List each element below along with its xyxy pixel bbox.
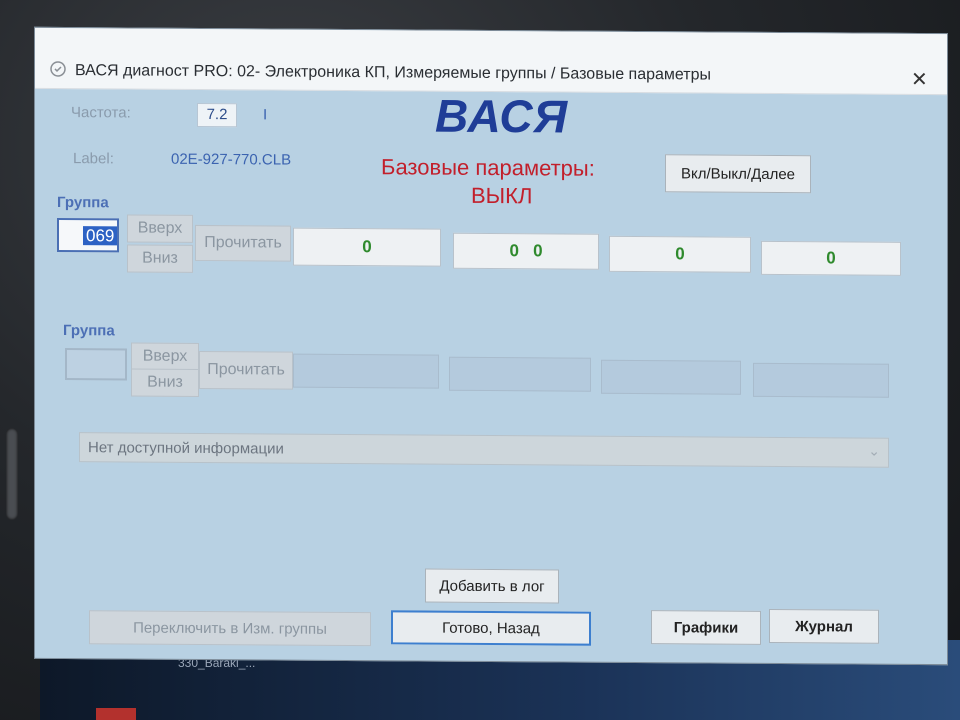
group2-field-3 [601,359,741,395]
group1-down-button[interactable]: Вниз [127,244,193,273]
graphs-button[interactable]: Графики [651,610,761,645]
titlebar: ВАСЯ диагност PRO: 02- Электроника КП, И… [35,27,947,96]
frequency-value: 7.2 [197,102,237,128]
group1-value: 069 [83,226,118,246]
info-dropdown[interactable]: Нет доступной информации ⌄ [79,432,889,468]
group1-field-1: 0 [293,227,441,267]
group2-field-4 [753,362,889,398]
group2-field-1 [293,353,439,389]
chevron-down-icon: ⌄ [868,442,880,459]
group2-read-button[interactable]: Прочитать [199,350,293,390]
group1-field-4: 0 [761,240,901,276]
bezel-notch [6,428,18,520]
close-icon[interactable]: ✕ [911,69,928,91]
app-icon [50,61,66,77]
frequency-unit: I [263,106,268,124]
brand-logo: ВАСЯ [435,89,569,143]
taskbar-icon[interactable] [96,708,136,720]
group2-up-button[interactable]: Вверх [131,342,199,371]
group1-field-2: 0 0 [453,232,599,270]
info-text: Нет доступной информации [88,439,284,458]
label-value: 02E-927-770.CLB [171,150,292,169]
group1-input[interactable]: 069 [57,217,119,253]
journal-button[interactable]: Журнал [769,608,879,644]
app-window: ВАСЯ диагност PRO: 02- Электроника КП, И… [34,26,948,666]
toggle-basic-params-button[interactable]: Вкл/Выкл/Далее [665,154,811,194]
group1-field-3: 0 [609,235,751,273]
done-back-button[interactable]: Готово, Назад [391,610,591,646]
group1-up-button[interactable]: Вверх [127,214,193,243]
label-label: Label: [73,150,114,168]
group2-input[interactable] [65,348,127,381]
group2-field-2 [449,356,591,392]
basic-params-state: ВЫКЛ [471,182,533,209]
window-title: ВАСЯ диагност PRO: 02- Электроника КП, И… [75,62,711,84]
group2-label: Группа [63,322,115,340]
basic-params-title: Базовые параметры: [381,154,595,181]
add-to-log-button[interactable]: Добавить в лог [425,568,559,604]
frequency-label: Частота: [71,104,131,122]
group1-label: Группа [57,193,109,212]
group1-read-button[interactable]: Прочитать [195,224,291,262]
group2-down-button[interactable]: Вниз [131,368,199,397]
switch-groups-button[interactable]: Переключить в Изм. группы [89,610,371,647]
